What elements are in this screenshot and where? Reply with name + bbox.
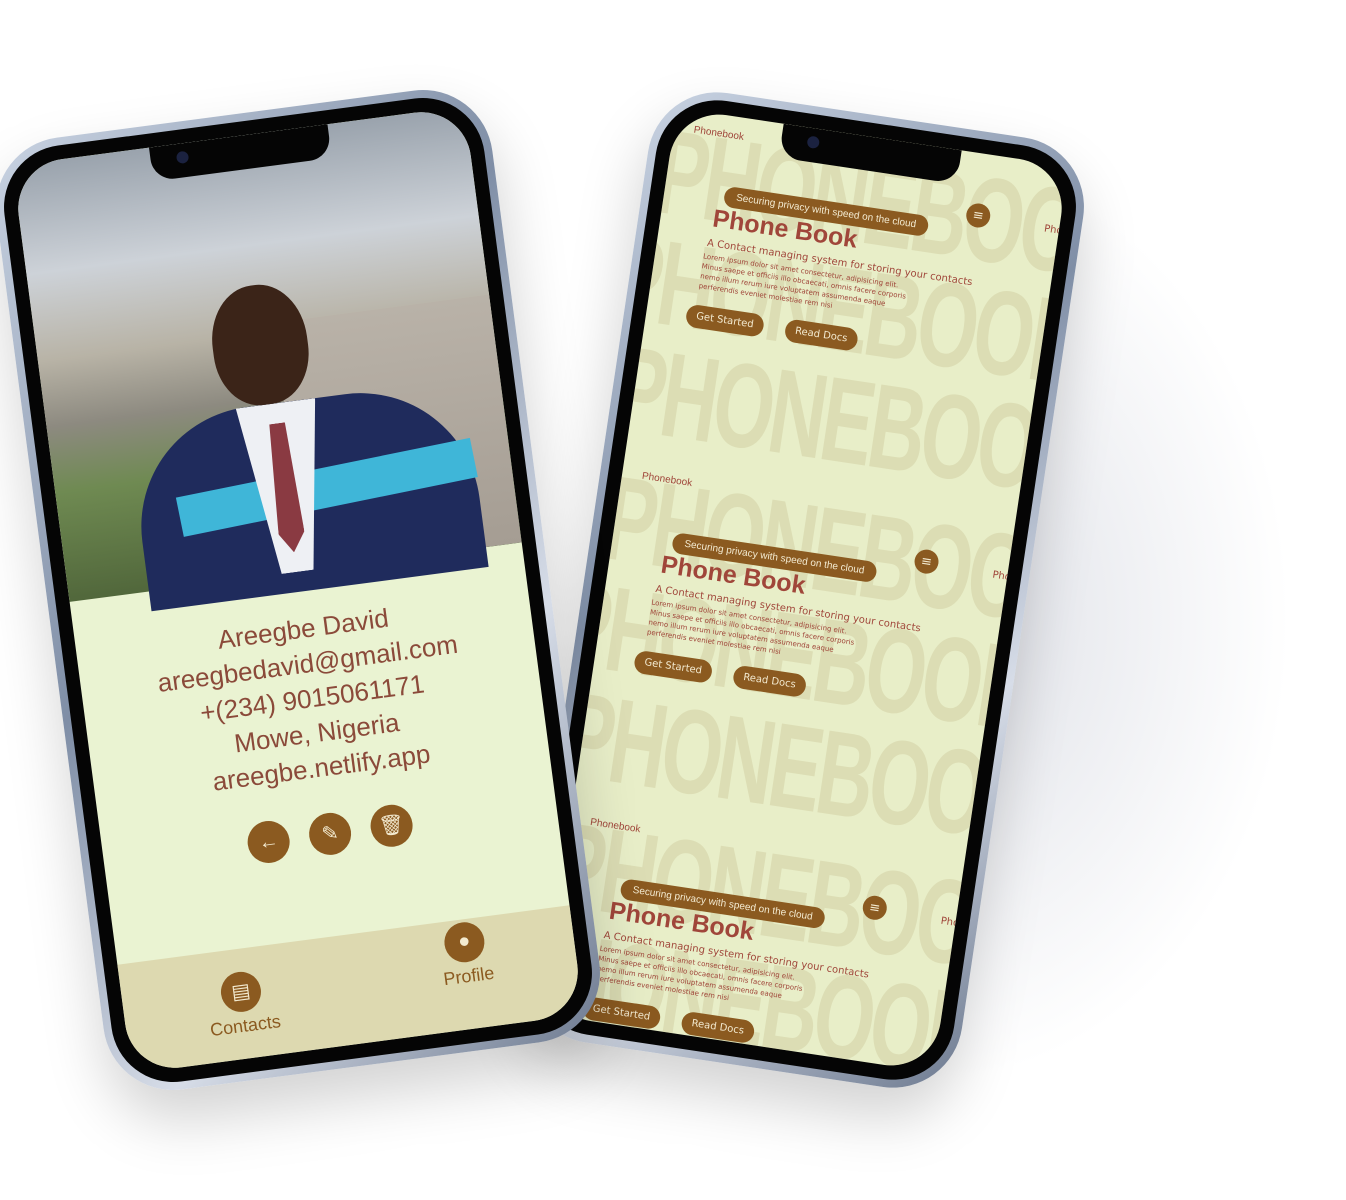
landing-section: PHONEBOOKP PHONEBOOKP PHONEBOOKP Phonebo… bbox=[550, 450, 1069, 876]
contact-screen: Areegbe David areegbedavid@gmail.com +(2… bbox=[12, 106, 584, 1074]
delete-button[interactable]: 🗑 bbox=[368, 802, 416, 850]
tab-contacts[interactable]: ▤ Contacts bbox=[203, 967, 282, 1041]
contacts-icon: ▤ bbox=[218, 968, 264, 1014]
landing-section: PHONEBOOKP PHONEBOOKP PHONEBOOKP Phonebo… bbox=[602, 108, 1069, 531]
tab-label: Profile bbox=[442, 962, 496, 989]
user-icon: ● bbox=[441, 919, 487, 965]
hamburger-icon: ≡ bbox=[868, 899, 882, 917]
tab-label: Contacts bbox=[208, 1010, 282, 1040]
hamburger-icon: ≡ bbox=[971, 207, 985, 224]
arrow-left-icon: ← bbox=[257, 829, 280, 854]
camera-icon bbox=[806, 135, 821, 150]
phone-contact: Areegbe David areegbedavid@gmail.com +(2… bbox=[0, 81, 609, 1099]
contact-details: Areegbe David areegbedavid@gmail.com +(2… bbox=[70, 542, 559, 884]
edit-icon: ✎ bbox=[320, 821, 340, 846]
back-button[interactable]: ← bbox=[245, 818, 293, 866]
contact-photo bbox=[12, 106, 522, 612]
tab-profile[interactable]: ● Profile bbox=[436, 919, 495, 990]
hamburger-icon: ≡ bbox=[920, 553, 934, 570]
camera-icon bbox=[175, 150, 190, 165]
trash-icon: 🗑 bbox=[377, 812, 406, 838]
tab-bar: ▤ Contacts ● Profile bbox=[117, 905, 584, 1074]
edit-button[interactable]: ✎ bbox=[306, 810, 354, 858]
